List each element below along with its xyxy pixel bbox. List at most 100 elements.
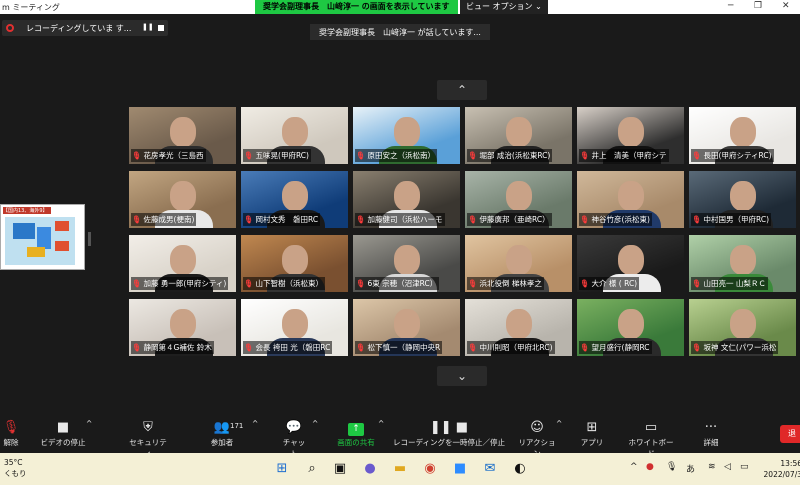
- participant-tile[interactable]: 🎙 坂神 文仁(パワー浜松: [689, 299, 796, 356]
- app-logo-icon[interactable]: ◐: [510, 459, 530, 479]
- outlook-icon[interactable]: ✉: [480, 459, 500, 479]
- unmute-button[interactable]: 🎙 解除: [0, 419, 22, 448]
- apps-button[interactable]: ⊞ アプリ: [578, 419, 606, 448]
- stop-recording-icon[interactable]: [158, 25, 164, 31]
- participant-tile[interactable]: 🎙 長田(甲府シティRC): [689, 107, 796, 164]
- mic-muted-icon: 🎙: [132, 215, 142, 224]
- participant-tile[interactable]: 🎙 花房孝光（三島西: [129, 107, 236, 164]
- participant-name: 中村国男（甲府RC): [703, 215, 770, 224]
- time-text: 13:56: [780, 459, 800, 468]
- participant-tile[interactable]: 🎙 浜北役倒 梯林孝之: [465, 235, 572, 292]
- weather-widget[interactable]: 35°C くもり: [4, 457, 27, 479]
- share-options-caret[interactable]: ^: [378, 419, 384, 428]
- participant-tile[interactable]: 🎙 山田亮一 山梨ＲＣ: [689, 235, 796, 292]
- mic-muted-icon: 🎙: [468, 279, 478, 288]
- participant-name: 望月盛行(静岡RC: [591, 343, 650, 352]
- chat-options-caret[interactable]: ^: [312, 419, 318, 428]
- ime-indicator[interactable]: あ: [686, 462, 695, 475]
- participant-tile[interactable]: 🎙 望月盛行(静岡RC: [577, 299, 684, 356]
- teams-chat-icon[interactable]: ●: [360, 459, 380, 479]
- system-clock[interactable]: 13:56 2022/07/3: [762, 458, 800, 480]
- start-windows-icon[interactable]: ⊞: [272, 459, 292, 479]
- zoom-app-icon[interactable]: ■: [450, 459, 470, 479]
- video-camera-icon: ■: [56, 420, 70, 435]
- more-dots-icon: ···: [704, 420, 718, 435]
- pause-recording-icon[interactable]: ❚❚: [142, 23, 154, 31]
- participant-tile[interactable]: 🎙 静岡第４G補佐 鈴木: [129, 299, 236, 356]
- pause-stop-icon: ❚❚ ■: [429, 420, 469, 435]
- share-screen-label: 画面の共有: [337, 438, 375, 447]
- chat-bubble-icon: 💬: [285, 420, 303, 435]
- mic-muted-icon: 🎙: [468, 343, 478, 352]
- participant-video-face: [729, 181, 756, 212]
- restore-button[interactable]: ❐: [754, 1, 762, 11]
- mic-muted-icon: 🎙: [692, 151, 702, 160]
- minimize-button[interactable]: ─: [728, 1, 733, 11]
- share-screen-button[interactable]: ↑ 画面の共有: [334, 419, 378, 448]
- mic-muted-icon: 🎙: [356, 343, 366, 352]
- task-view-icon[interactable]: ▣: [330, 459, 350, 479]
- participant-name: 堀部 成治(浜松東RC): [479, 151, 551, 160]
- participant-tile[interactable]: 🎙 伊藤廣邦（亜崎RC）: [465, 171, 572, 228]
- participant-name: 中川則昭（甲府北RC): [479, 343, 553, 352]
- participants-options-caret[interactable]: ^: [252, 419, 258, 428]
- participant-tile[interactable]: 🎙 松下慎一（静岡中央R: [353, 299, 460, 356]
- participant-name-label: 🎙 中村国男（甲府RC): [691, 213, 772, 226]
- mic-muted-icon: 🎙: [132, 343, 142, 352]
- participant-name-label: 🎙 原田安之（浜松南）: [355, 149, 438, 162]
- participant-tile[interactable]: 🎙 大介 様 ( RC): [577, 235, 684, 292]
- tray-overflow-icon[interactable]: ^: [630, 462, 638, 472]
- search-icon[interactable]: ⌕: [302, 459, 322, 479]
- shared-screen-thumbnail[interactable]: 【国内13、海外9】: [0, 204, 85, 270]
- participant-name-label: 🎙 大介 様 ( RC): [579, 277, 640, 290]
- wifi-icon[interactable]: ≋: [708, 462, 716, 472]
- page-up-button[interactable]: ⌃: [437, 80, 487, 100]
- battery-icon[interactable]: ▭: [740, 462, 749, 472]
- view-options-button[interactable]: ビュー オプション ⌄: [460, 0, 548, 14]
- participant-name-label: 🎙 中川則昭（甲府北RC): [467, 341, 555, 354]
- volume-icon[interactable]: ◁: [724, 462, 731, 472]
- participant-tile[interactable]: 🎙 加藤健司（浜松ハーモ: [353, 171, 460, 228]
- participant-name: 神谷竹彦(浜松東): [591, 215, 650, 224]
- participant-tile[interactable]: 🎙 山下智樹（浜松東）: [241, 235, 348, 292]
- panel-resize-handle[interactable]: [88, 232, 91, 246]
- pause-stop-recording-button[interactable]: ❚❚ ■ レコーディングを一時停止／停止: [392, 419, 506, 448]
- participant-tile[interactable]: 🎙 会長 袴田 光（磐田RC: [241, 299, 348, 356]
- participant-video-face: [393, 117, 420, 148]
- participant-tile[interactable]: 🎙 中村国男（甲府RC): [689, 171, 796, 228]
- meeting-toolbar: 🎙 解除 ■ ビデオの停止 ^ ⛨ セキュリティ 👥 参加者 171 ^ 💬 チ…: [0, 417, 800, 458]
- participant-tile[interactable]: 🎙 加藤 勇一郎(甲府シティ): [129, 235, 236, 292]
- participant-tile[interactable]: 🎙 中川則昭（甲府北RC): [465, 299, 572, 356]
- tray-recording-icon[interactable]: ●: [646, 462, 654, 472]
- window-titlebar: m ミーティング 奨学会副理事長 山﨑淳一 の画面を表示しています ビュー オプ…: [0, 0, 800, 14]
- participant-tile[interactable]: 🎙 岡村文秀 磐田RC: [241, 171, 348, 228]
- date-text: 2022/07/3: [763, 470, 800, 479]
- file-explorer-icon[interactable]: ▬: [390, 459, 410, 479]
- participant-tile[interactable]: 🎙 井上 清美（甲府シテ: [577, 107, 684, 164]
- chrome-icon[interactable]: ◉: [420, 459, 440, 479]
- participant-tile[interactable]: 🎙 五味晃(甲府RC): [241, 107, 348, 164]
- participant-tile[interactable]: 🎙 原田安之（浜松南）: [353, 107, 460, 164]
- participant-name: 佐藤成男(梗南): [143, 215, 195, 224]
- page-down-button[interactable]: ⌄: [437, 366, 487, 386]
- participant-name: 伊藤廣邦（亜崎RC）: [479, 215, 550, 224]
- weather-text: くもり: [4, 469, 27, 478]
- participant-name-label: 🎙 山田亮一 山梨ＲＣ: [691, 277, 768, 290]
- reactions-options-caret[interactable]: ^: [556, 419, 562, 428]
- more-button[interactable]: ··· 詳細: [698, 419, 724, 448]
- participant-tile[interactable]: 🎙 堀部 成治(浜松東RC): [465, 107, 572, 164]
- leave-meeting-button[interactable]: 退: [780, 425, 800, 443]
- mic-muted-icon: 🎙: [692, 343, 702, 352]
- participant-count: 171: [230, 422, 244, 430]
- apps-label: アプリ: [580, 438, 604, 447]
- participant-tile[interactable]: 🎙 神谷竹彦(浜松東): [577, 171, 684, 228]
- tray-mic-icon[interactable]: 🎙: [666, 462, 677, 472]
- mic-muted-icon: 🎙: [468, 151, 478, 160]
- close-button[interactable]: ✕: [782, 1, 790, 11]
- participant-video-face: [617, 117, 644, 148]
- video-options-caret[interactable]: ^: [86, 419, 92, 428]
- participant-tile[interactable]: 🎙 6東 宗穂（沼津RC）: [353, 235, 460, 292]
- stop-video-button[interactable]: ■ ビデオの停止: [38, 419, 88, 448]
- participant-tile[interactable]: 🎙 佐藤成男(梗南): [129, 171, 236, 228]
- participant-video-face: [169, 117, 196, 148]
